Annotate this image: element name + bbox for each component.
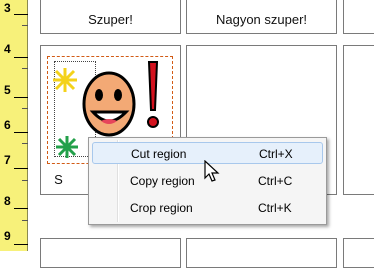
ruler-tick: [14, 57, 28, 58]
ruler-number: 9: [4, 229, 11, 243]
board-cell[interactable]: Szuper!: [40, 0, 181, 34]
board-cell[interactable]: [343, 238, 374, 268]
ruler-number: 3: [4, 1, 11, 15]
menu-item-label: Copy region: [130, 174, 195, 188]
ruler-tick: [14, 132, 28, 133]
menu-item-crop-region[interactable]: Crop region Ctrl+K: [92, 197, 323, 219]
smiley-face-icon: [82, 71, 136, 137]
ruler-tick: [14, 97, 28, 98]
star-yellow-icon: [53, 68, 77, 92]
ruler-number: 8: [4, 194, 11, 208]
ruler-number: 7: [4, 153, 11, 167]
ruler-tick: [14, 168, 28, 169]
star-green-icon: [56, 136, 78, 158]
ruler-number: 4: [4, 42, 11, 56]
board-cell[interactable]: [343, 0, 374, 34]
board-cell[interactable]: [343, 45, 374, 195]
cursor-arrow-icon: [204, 160, 220, 182]
ruler-number: 6: [4, 118, 11, 132]
ruler-number: 5: [4, 83, 11, 97]
board-cell[interactable]: [186, 238, 337, 268]
board-cell[interactable]: [40, 238, 181, 268]
menu-item-label: Cut region: [131, 147, 187, 161]
board-cell[interactable]: Nagyon szuper!: [186, 0, 337, 34]
menu-item-shortcut: Ctrl+K: [258, 201, 292, 215]
ruler-tick: [14, 14, 28, 15]
cell-label: Szuper!: [88, 12, 133, 27]
exclamation-mark-icon: [147, 61, 159, 128]
vertical-ruler[interactable]: 3 4 5 6 7 8 9: [0, 0, 28, 251]
menu-item-label: Crop region: [130, 201, 193, 215]
menu-item-shortcut: Ctrl+C: [258, 174, 293, 188]
menu-item-shortcut: Ctrl+X: [259, 147, 293, 161]
ruler-tick: [14, 208, 28, 209]
ruler-tick: [14, 244, 28, 245]
cell-label: Nagyon szuper!: [215, 12, 308, 27]
